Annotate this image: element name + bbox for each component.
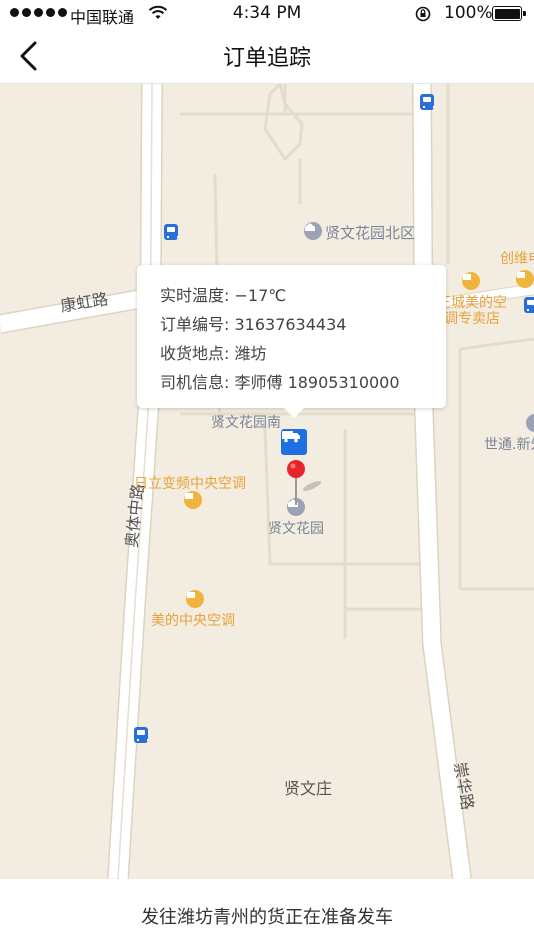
rotation-lock-icon: [414, 5, 432, 27]
order-info-bubble[interactable]: 实时温度: −17℃ 订单编号: 31637634434 收货地点: 潍坊 司机…: [137, 265, 446, 418]
map-roads: [0, 84, 534, 879]
shop-icon: [516, 270, 534, 288]
status-footer: 发往潍坊青州的货正在准备发车: [0, 879, 534, 950]
truck-icon: [282, 431, 300, 443]
page-title: 订单追踪: [222, 46, 311, 71]
order-number-row: 订单编号: 31637634434: [160, 315, 347, 334]
map-view[interactable]: 康虹路 奥体中路 崇华路 贤文花园北区 贤文花园南 贤文花园 日立变频中央空调 …: [0, 84, 534, 879]
navigation-bar: 订单追踪: [0, 28, 534, 84]
shipment-status-message: 发往潍坊青州的货正在准备发车: [141, 907, 393, 928]
place-xianwen-garden[interactable]: 贤文花园: [268, 518, 324, 538]
bus-stop-icon[interactable]: [134, 727, 149, 743]
place-xianwen-village[interactable]: 贤文庄: [284, 775, 332, 799]
delivery-place-row: 收货地点: 潍坊: [160, 344, 267, 363]
place-xianwen-north[interactable]: 贤文花园北区: [325, 222, 415, 243]
destination-pin-icon[interactable]: [286, 459, 322, 507]
shop-icon: [184, 491, 202, 509]
place-shitong[interactable]: 世通.新外: [484, 434, 534, 454]
battery-icon: [492, 6, 526, 21]
shop-icon: [186, 590, 204, 608]
place-midea-store-line2[interactable]: 调专卖店: [444, 308, 500, 328]
residential-icon: [304, 222, 322, 240]
place-hitachi-ac[interactable]: 日立变频中央空调: [134, 473, 246, 493]
bus-stop-icon[interactable]: [164, 224, 179, 240]
place-midea-ac[interactable]: 美的中央空调: [151, 610, 235, 630]
bus-stop-icon[interactable]: [524, 297, 534, 313]
place-xianwen-south[interactable]: 贤文花园南: [211, 412, 281, 432]
driver-info-row: 司机信息: 李师傅 18905310000: [160, 373, 400, 392]
place-chuangwei[interactable]: 创维电: [500, 248, 534, 268]
truck-location-marker[interactable]: [281, 429, 307, 455]
bus-stop-icon[interactable]: [420, 94, 435, 110]
battery-percentage: 100%: [444, 3, 493, 23]
temperature-row: 实时温度: −17℃: [160, 286, 287, 305]
status-bar: 中国联通 4:34 PM 100%: [0, 0, 534, 28]
shop-icon: [462, 272, 480, 290]
